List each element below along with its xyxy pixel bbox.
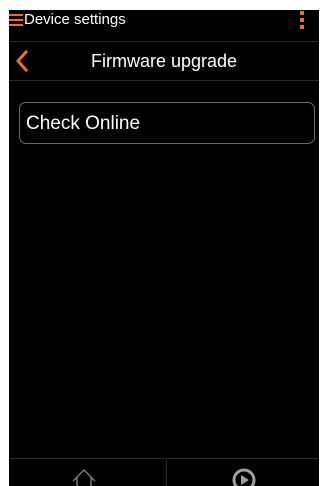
nav-play-button[interactable] bbox=[229, 467, 259, 486]
check-online-label: Check Online bbox=[26, 113, 141, 134]
back-button[interactable] bbox=[12, 49, 34, 73]
device-screen: Device settings Firmware upgrade Check O… bbox=[9, 10, 319, 486]
nav-home-button[interactable] bbox=[69, 467, 99, 486]
play-circle-icon bbox=[232, 468, 256, 486]
page-header: Firmware upgrade bbox=[9, 42, 319, 81]
nav-divider bbox=[166, 461, 167, 486]
home-icon bbox=[72, 468, 96, 486]
app-title: Device settings bbox=[24, 11, 126, 28]
bottom-nav bbox=[9, 458, 319, 486]
kebab-menu-icon[interactable] bbox=[299, 10, 305, 30]
page-title: Firmware upgrade bbox=[90, 51, 238, 71]
hamburger-menu-icon[interactable] bbox=[9, 13, 23, 27]
check-online-button[interactable]: Check Online bbox=[19, 102, 315, 144]
chevron-left-icon bbox=[15, 49, 29, 73]
top-bar: Device settings bbox=[9, 10, 319, 42]
